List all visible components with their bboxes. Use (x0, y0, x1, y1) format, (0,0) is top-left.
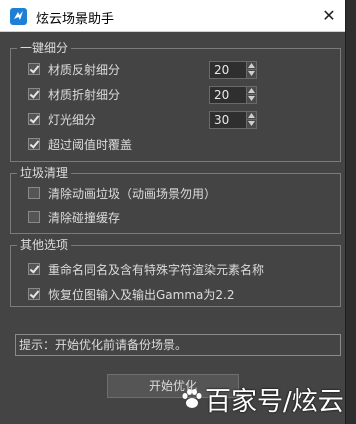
xuanyun-logo-icon (10, 8, 27, 25)
material-refraction-spinner[interactable]: 20 (209, 86, 257, 104)
scene-assistant-dialog: 炫云场景助手 ✕ 一键细分 材质反射细分 20 材质折射细分 20 灯光细分 3… (0, 0, 346, 424)
spinner-value: 20 (214, 88, 230, 102)
close-icon[interactable]: ✕ (314, 2, 344, 30)
checkbox-label: 超过阈值时覆盖 (48, 138, 133, 152)
material-refraction-checkbox[interactable] (28, 88, 40, 100)
group-legend: 一键细分 (17, 40, 72, 56)
spinner-value: 30 (214, 113, 230, 127)
background-viewport-strip (346, 0, 356, 424)
checkbox-label: 材质折射细分 (48, 88, 121, 102)
paw-icon (181, 383, 203, 423)
light-subdivision-checkbox[interactable] (28, 113, 40, 125)
checkbox-label: 清除碰撞缓存 (48, 211, 121, 225)
spin-down-arrow-icon[interactable] (246, 95, 256, 103)
spin-down-arrow-icon[interactable] (246, 70, 256, 78)
checkbox-label: 清除动画垃圾（动画场景勿用） (48, 187, 217, 201)
hint-box: 提示：开始优化前请备份场景。 (15, 334, 341, 356)
light-subdivision-spinner[interactable]: 30 (209, 111, 257, 129)
title-bar[interactable]: 炫云场景助手 ✕ (0, 0, 345, 32)
clear-animation-checkbox[interactable] (28, 187, 40, 199)
window-title: 炫云场景助手 (36, 12, 115, 27)
spin-up-arrow-icon[interactable] (246, 87, 256, 95)
spinner-value: 20 (214, 63, 230, 77)
group-garbage-cleanup: 垃圾清理 清除动画垃圾（动画场景勿用） 清除碰撞缓存 (10, 165, 341, 234)
checkbox-label: 恢复位图输入及输出Gamma为2.2 (48, 288, 235, 302)
spin-down-arrow-icon[interactable] (246, 120, 256, 128)
clear-collision-cache-checkbox[interactable] (28, 211, 40, 223)
group-one-click-subdivision: 一键细分 材质反射细分 20 材质折射细分 20 灯光细分 30 超过阈值时覆盖 (10, 40, 341, 162)
spin-up-arrow-icon[interactable] (246, 62, 256, 70)
watermark-text: 百家号/炫云 (205, 387, 344, 417)
group-other-options: 其他选项 重命名同名及含有特殊字符渲染元素名称 恢复位图输入及输出Gamma为2… (10, 237, 341, 307)
override-threshold-checkbox[interactable] (28, 138, 40, 150)
viewport-fragment (346, 254, 356, 268)
watermark: 百家号/炫云 (181, 382, 344, 422)
hint-text: 提示：开始优化前请备份场景。 (19, 338, 188, 352)
rename-elements-checkbox[interactable] (28, 263, 40, 275)
checkbox-label: 灯光细分 (48, 113, 97, 127)
spin-up-arrow-icon[interactable] (246, 112, 256, 120)
group-legend: 其他选项 (17, 237, 72, 253)
material-reflection-spinner[interactable]: 20 (209, 61, 257, 79)
material-reflection-checkbox[interactable] (28, 63, 40, 75)
group-legend: 垃圾清理 (17, 165, 72, 181)
checkbox-label: 材质反射细分 (48, 63, 121, 77)
checkbox-label: 重命名同名及含有特殊字符渲染元素名称 (48, 263, 265, 277)
restore-gamma-checkbox[interactable] (28, 288, 40, 300)
